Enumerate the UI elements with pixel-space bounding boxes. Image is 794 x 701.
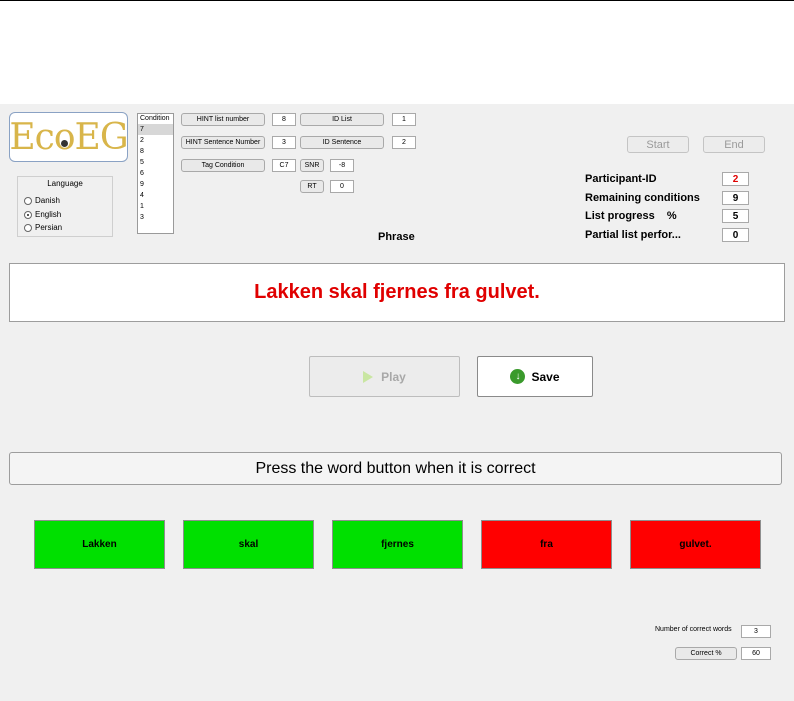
radio-label-persian: Persian bbox=[35, 223, 63, 232]
rt-value: 0 bbox=[330, 180, 354, 193]
radio-danish[interactable] bbox=[24, 196, 32, 205]
correct-percent-button[interactable]: Correct % bbox=[675, 647, 737, 660]
correct-words-label: Number of correct words bbox=[655, 626, 732, 633]
condition-item[interactable]: 5 bbox=[138, 157, 173, 168]
condition-list[interactable]: Condition 7 2 8 5 6 9 4 1 3 bbox=[137, 113, 174, 234]
hint-sentence-value: 3 bbox=[272, 136, 296, 149]
phrase-text: Lakken skal fjernes fra gulvet. bbox=[254, 281, 540, 303]
id-sentence-value: 2 bbox=[392, 136, 416, 149]
word-button[interactable]: skal bbox=[183, 520, 314, 569]
id-list-value: 1 bbox=[392, 113, 416, 126]
end-button[interactable]: End bbox=[703, 136, 765, 153]
participant-id-value: 2 bbox=[722, 172, 749, 186]
radio-persian[interactable] bbox=[24, 223, 32, 232]
tag-condition-button[interactable]: Tag Condition bbox=[181, 159, 265, 172]
radio-label-danish: Danish bbox=[35, 196, 60, 205]
remaining-conditions-value: 9 bbox=[722, 191, 749, 205]
word-button[interactable]: fra bbox=[481, 520, 612, 569]
play-button[interactable]: Play bbox=[309, 356, 460, 397]
word-button[interactable]: gulvet. bbox=[630, 520, 761, 569]
logo-text-left: Ec bbox=[9, 116, 54, 158]
logo-text-mid: o bbox=[53, 116, 76, 158]
list-progress-value: 5 bbox=[722, 209, 749, 223]
rt-button[interactable]: RT bbox=[300, 180, 324, 193]
phrase-label: Phrase bbox=[378, 231, 415, 243]
logo-text-right: EG bbox=[74, 116, 129, 158]
download-icon: ↓ bbox=[510, 369, 526, 384]
radio-label-english: English bbox=[35, 210, 62, 219]
word-button[interactable]: fjernes bbox=[332, 520, 463, 569]
condition-list-header: Condition bbox=[140, 115, 170, 122]
snr-button[interactable]: SNR bbox=[300, 159, 324, 172]
language-group: Language Danish English Persian bbox=[17, 176, 113, 237]
remaining-conditions-label: Remaining conditions bbox=[585, 192, 700, 204]
partial-list-performance-value: 0 bbox=[722, 228, 749, 242]
start-button[interactable]: Start bbox=[627, 136, 689, 153]
instruction-banner: Press the word button when it is correct bbox=[9, 452, 782, 485]
top-blank-area bbox=[0, 0, 794, 104]
list-progress-label: List progress % bbox=[585, 210, 677, 222]
condition-item[interactable]: 4 bbox=[138, 190, 173, 201]
correct-percent-value: 60 bbox=[741, 647, 771, 660]
language-option-danish[interactable]: Danish bbox=[24, 196, 60, 205]
radio-english[interactable] bbox=[24, 210, 32, 219]
partial-list-performance-label: Partial list perfor... bbox=[585, 229, 681, 241]
condition-item[interactable]: 2 bbox=[138, 135, 173, 146]
id-sentence-button[interactable]: ID Sentence bbox=[300, 136, 384, 149]
ecoeg-logo: Ec o EG bbox=[9, 112, 129, 162]
word-button[interactable]: Lakken bbox=[34, 520, 165, 569]
hint-list-value: 8 bbox=[272, 113, 296, 126]
save-button[interactable]: ↓ Save bbox=[477, 356, 593, 397]
language-option-persian[interactable]: Persian bbox=[24, 223, 62, 232]
snr-value: -8 bbox=[330, 159, 354, 172]
condition-item[interactable]: 9 bbox=[138, 179, 173, 190]
phrase-display: Lakken skal fjernes fra gulvet. bbox=[9, 263, 785, 322]
id-list-button[interactable]: ID List bbox=[300, 113, 384, 126]
condition-item[interactable]: 8 bbox=[138, 146, 173, 157]
correct-words-value: 3 bbox=[741, 625, 771, 638]
condition-item[interactable]: 1 bbox=[138, 201, 173, 212]
instruction-text: Press the word button when it is correct bbox=[255, 459, 536, 477]
play-label: Play bbox=[381, 369, 406, 384]
condition-item[interactable]: 3 bbox=[138, 212, 173, 223]
hint-sentence-button[interactable]: HINT Sentence Number bbox=[181, 136, 265, 149]
play-icon bbox=[363, 370, 374, 383]
participant-id-label: Participant-ID bbox=[585, 173, 657, 185]
condition-item-selected[interactable]: 7 bbox=[138, 124, 173, 135]
condition-item[interactable]: 6 bbox=[138, 168, 173, 179]
save-label: Save bbox=[531, 369, 560, 384]
language-title: Language bbox=[47, 179, 83, 188]
top-border bbox=[0, 0, 794, 1]
language-option-english[interactable]: English bbox=[24, 210, 61, 219]
hint-list-button[interactable]: HINT list number bbox=[181, 113, 265, 126]
tag-condition-value: C7 bbox=[272, 159, 296, 172]
